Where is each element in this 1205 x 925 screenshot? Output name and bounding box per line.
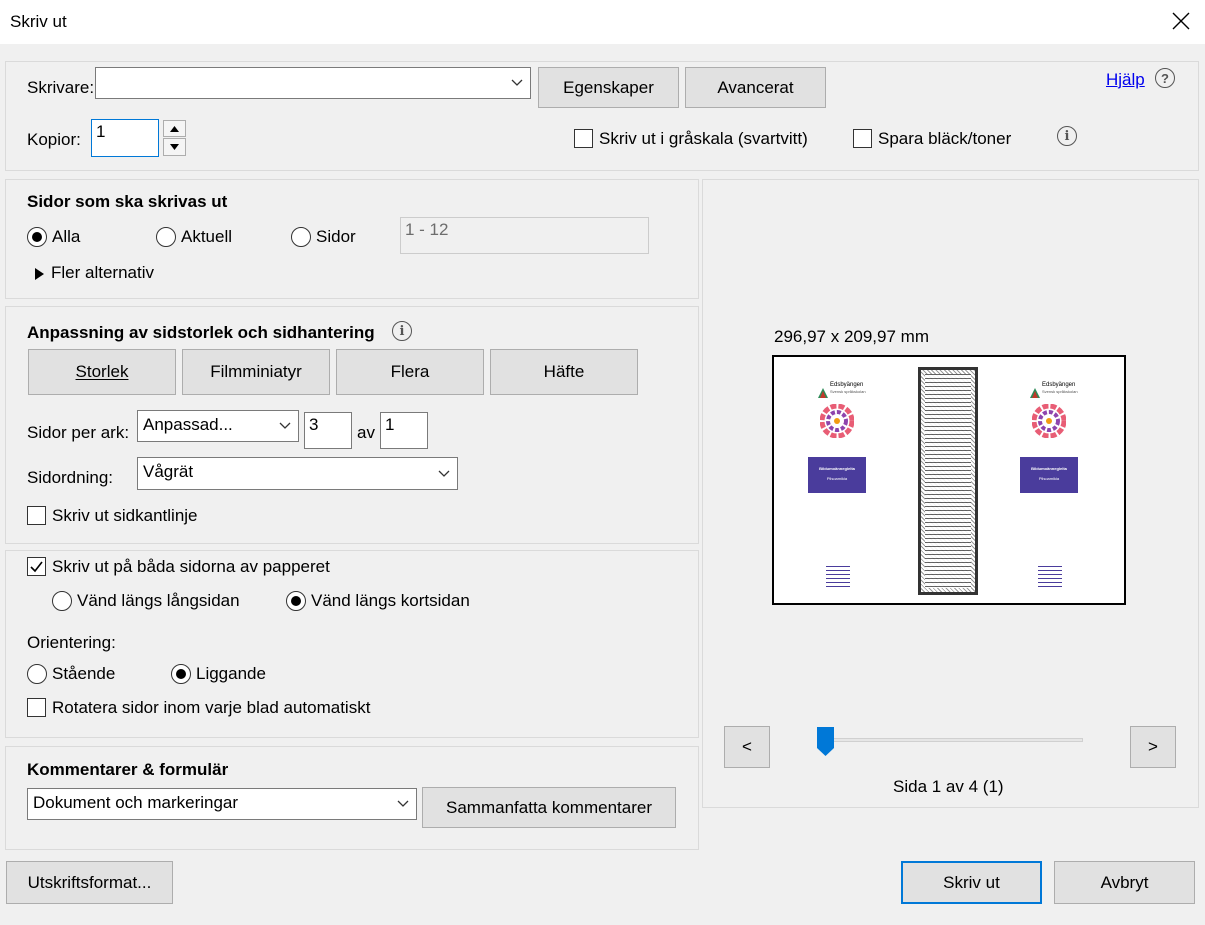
logo-icon — [818, 383, 828, 403]
footer-text-lines — [1038, 566, 1062, 588]
tab-booklet[interactable]: Häfte — [490, 349, 638, 395]
tab-size-label: Storlek — [75, 362, 129, 381]
checkmark-icon — [30, 561, 43, 573]
columns-input[interactable]: 3 — [304, 412, 352, 449]
auto-rotate-label: Rotatera sidor inom varje blad automatis… — [52, 698, 371, 717]
portrait-label: Stående — [52, 664, 116, 683]
landscape-radio[interactable] — [171, 664, 191, 684]
help-link[interactable]: Hjälp — [1106, 70, 1145, 90]
of-label: av — [357, 423, 375, 442]
pages-per-sheet-value: Anpassad... — [143, 415, 233, 434]
advanced-button[interactable]: Avancerat — [685, 67, 826, 108]
logo-subtext: Svensk språkskolan — [1042, 389, 1078, 394]
preview-sheet: Edsbyängen Svensk språkskolan Bildumoänn… — [772, 355, 1126, 605]
printer-label: Skrivare: — [27, 78, 95, 97]
page-slider-thumb[interactable] — [817, 727, 834, 761]
stepper-up-icon[interactable] — [163, 120, 186, 137]
comments-heading: Kommentarer & formulär — [27, 760, 229, 779]
pages-range-label: Sidor — [316, 227, 356, 246]
logo-subtext: Svensk språkskolan — [830, 389, 866, 394]
chevron-down-icon — [272, 411, 298, 441]
tab-filmstrip[interactable]: Filmminiatyr — [182, 349, 330, 395]
properties-button[interactable]: Egenskaper — [538, 67, 679, 108]
title-bar — [0, 0, 1205, 44]
summarize-comments-button[interactable]: Sammanfatta kommentarer — [422, 787, 676, 828]
pages-range-radio[interactable] — [291, 227, 311, 247]
more-options-toggle[interactable]: Fler alternativ — [51, 263, 154, 283]
pages-all-radio[interactable] — [27, 227, 47, 247]
chevron-down-icon — [390, 789, 416, 819]
preview-page-right: Edsbyängen Svensk språkskolan Bildumoänn… — [1010, 361, 1118, 599]
short-edge-label: Vänd längs kortsidan — [311, 591, 470, 610]
short-edge-radio[interactable] — [286, 591, 306, 611]
page-setup-button[interactable]: Utskriftsformat... — [6, 861, 173, 904]
auto-rotate-checkbox[interactable] — [27, 698, 46, 717]
pages-per-sheet-select[interactable]: Anpassad... — [137, 410, 299, 442]
expand-triangle-icon[interactable] — [35, 265, 44, 285]
print-button[interactable]: Skriv ut — [901, 861, 1042, 904]
previous-page-button[interactable]: < — [724, 726, 770, 768]
pages-range-input[interactable]: 1 - 12 — [400, 217, 649, 254]
both-sides-checkbox[interactable] — [27, 557, 46, 576]
logo-text: Edsbyängen — [830, 382, 864, 388]
pages-current-label: Aktuell — [181, 227, 233, 246]
save-ink-checkbox[interactable] — [853, 129, 872, 148]
print-border-label: Skriv ut sidkantlinje — [52, 506, 198, 525]
page-order-select[interactable]: Vågrät — [137, 457, 458, 490]
copies-label: Kopior: — [27, 130, 81, 149]
pages-current-radio[interactable] — [156, 227, 176, 247]
title-box-heading: Bildumoänneglelta — [1031, 466, 1067, 471]
pages-per-sheet-label: Sidor per ark: — [27, 423, 130, 442]
logo-icon — [1030, 383, 1040, 403]
middle-text-lines — [925, 374, 971, 588]
page-order-value: Vågrät — [143, 462, 194, 481]
cancel-button[interactable]: Avbryt — [1054, 861, 1195, 904]
long-edge-label: Vänd längs långsidan — [77, 591, 240, 610]
sizing-heading: Anpassning av sidstorlek och sidhanterin… — [27, 323, 375, 342]
grayscale-label: Skriv ut i gråskala (svartvitt) — [599, 129, 808, 148]
preview-page-left: Edsbyängen Svensk språkskolan Bildumoänn… — [778, 361, 886, 599]
title-box: Bildumoänneglelta Pilsoamikia — [808, 457, 866, 493]
title-box: Bildumoänneglelta Pilsoamikia — [1020, 457, 1078, 493]
tab-multiple[interactable]: Flera — [336, 349, 484, 395]
page-slider-track[interactable] — [826, 738, 1083, 742]
page-indicator: Sida 1 av 4 (1) — [893, 777, 1004, 796]
copies-input[interactable]: 1 — [91, 119, 159, 157]
copies-stepper[interactable] — [163, 120, 186, 156]
grayscale-checkbox[interactable] — [574, 129, 593, 148]
chevron-down-icon — [504, 68, 530, 98]
pages-heading: Sidor som ska skrivas ut — [27, 192, 228, 211]
window-title: Skriv ut — [10, 12, 67, 31]
close-icon[interactable] — [1168, 8, 1194, 34]
orientation-label: Orientering: — [27, 633, 116, 652]
next-page-button[interactable]: > — [1130, 726, 1176, 768]
sizing-info-icon[interactable]: i — [392, 321, 412, 341]
logo-text: Edsbyängen — [1042, 382, 1076, 388]
pages-all-label: Alla — [52, 227, 81, 246]
title-box-heading: Bildumoänneglelta — [819, 466, 855, 471]
stepper-down-icon[interactable] — [163, 138, 186, 156]
both-sides-label: Skriv ut på båda sidorna av papperet — [52, 557, 330, 576]
page-order-label: Sidordning: — [27, 468, 114, 487]
title-box-subheading: Pilsoamikia — [1038, 476, 1060, 481]
paper-dimensions: 296,97 x 209,97 mm — [774, 327, 929, 346]
print-border-checkbox[interactable] — [27, 506, 46, 525]
printer-select[interactable] — [95, 67, 531, 99]
info-icon[interactable]: i — [1057, 126, 1077, 146]
tab-size[interactable]: Storlek — [28, 349, 176, 395]
color-wheel-icon — [819, 403, 855, 443]
help-icon[interactable]: ? — [1155, 68, 1175, 88]
chevron-down-icon — [431, 458, 457, 489]
long-edge-radio[interactable] — [52, 591, 72, 611]
save-ink-label: Spara bläck/toner — [878, 129, 1012, 148]
preview-page-middle — [918, 367, 978, 595]
portrait-radio[interactable] — [27, 664, 47, 684]
title-box-subheading: Pilsoamikia — [826, 476, 848, 481]
rows-input[interactable]: 1 — [380, 412, 428, 449]
footer-text-lines — [826, 566, 850, 588]
comments-select[interactable]: Dokument och markeringar — [27, 788, 417, 820]
color-wheel-icon — [1031, 403, 1067, 443]
landscape-label: Liggande — [196, 664, 266, 683]
comments-value: Dokument och markeringar — [33, 793, 239, 812]
